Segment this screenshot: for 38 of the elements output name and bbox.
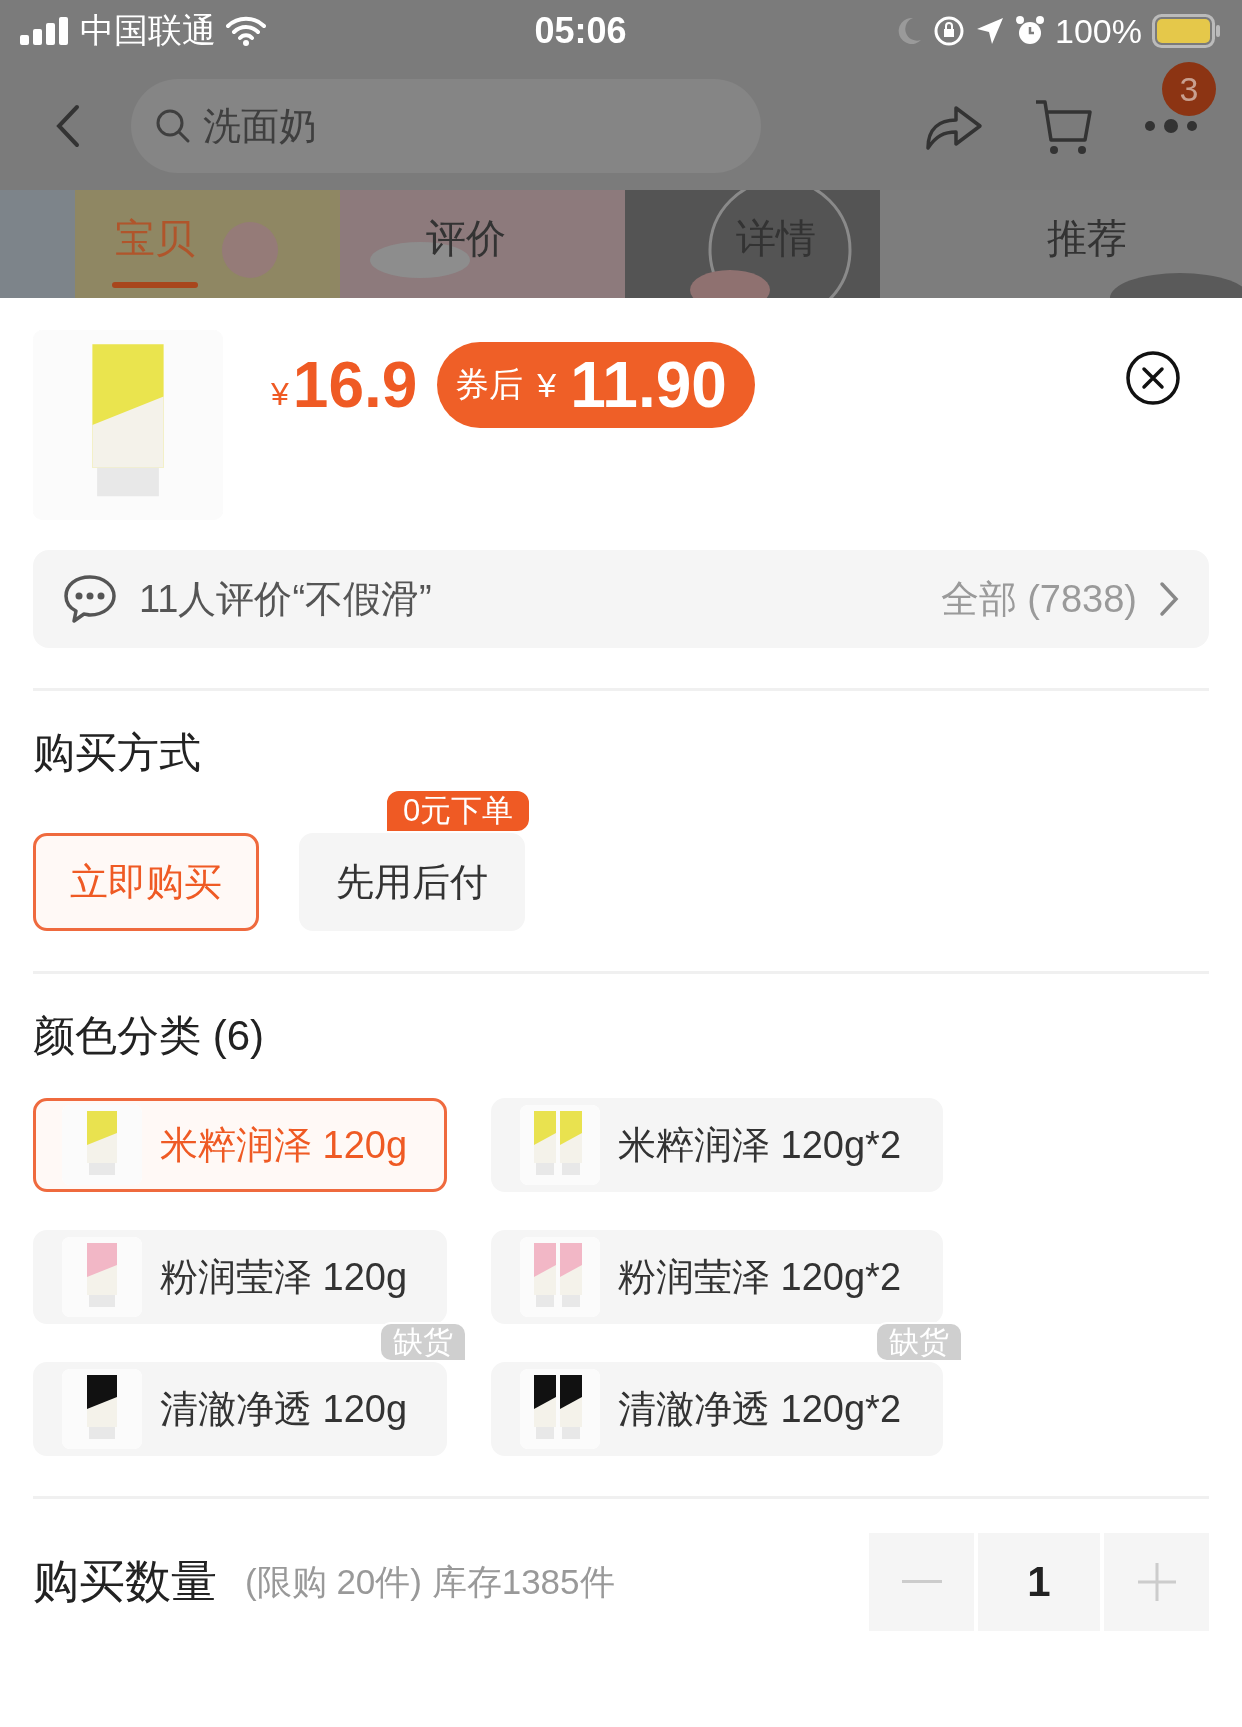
carrier-name: 中国联通: [80, 10, 216, 51]
variant-option[interactable]: 粉润莹泽 120g*2: [491, 1230, 943, 1324]
battery-icon: [1152, 14, 1222, 48]
close-icon[interactable]: [1125, 350, 1181, 406]
search-icon: [155, 108, 191, 144]
review-bar[interactable]: 11人评价“不假滑” 全部 (7838): [33, 550, 1209, 648]
currency-symbol: ¥: [271, 375, 289, 413]
variant-option[interactable]: 粉润莹泽 120g: [33, 1230, 447, 1324]
rotation-lock-icon: [933, 15, 966, 47]
search-text: 洗面奶: [203, 103, 317, 149]
battery-percent: 100%: [1055, 11, 1142, 51]
wifi-icon: [226, 16, 266, 46]
back-icon[interactable]: [55, 104, 81, 148]
coupon-label: 券后: [455, 364, 524, 405]
promo-badge: 0元下单: [385, 789, 532, 833]
chevron-right-icon: [1159, 581, 1179, 617]
variant-option[interactable]: 米粹润泽 120g*2: [491, 1098, 943, 1192]
section-title: 颜色分类 (6): [33, 1011, 265, 1061]
chat-icon: [63, 574, 117, 624]
more-icon[interactable]: [1144, 118, 1198, 134]
section-title: 购买方式: [33, 728, 202, 778]
variant-option[interactable]: 清澈净透 120g: [33, 1362, 447, 1456]
plus-icon: [1137, 1563, 1176, 1601]
clock-time: 05:06: [534, 10, 627, 51]
alarm-icon: [1015, 15, 1046, 47]
currency-symbol: ¥: [537, 365, 557, 405]
payment-option[interactable]: 先用后付: [299, 833, 525, 931]
quantity-field[interactable]: 1: [978, 1533, 1100, 1631]
signal-icon: [20, 17, 70, 45]
section-title: 购买数量: [33, 1554, 217, 1609]
purchase-limit-note: (限购 20件) 库存1385件: [245, 1560, 615, 1603]
notification-badge: 3: [1162, 62, 1216, 116]
coupon-price: 11.90: [570, 348, 727, 422]
review-summary: 11人评价“不假滑”: [139, 576, 432, 622]
location-icon: [975, 16, 1006, 46]
variant-option[interactable]: 清澈净透 120g*2: [491, 1362, 943, 1456]
minus-icon: [901, 1580, 942, 1584]
price: 16.9: [292, 348, 418, 422]
